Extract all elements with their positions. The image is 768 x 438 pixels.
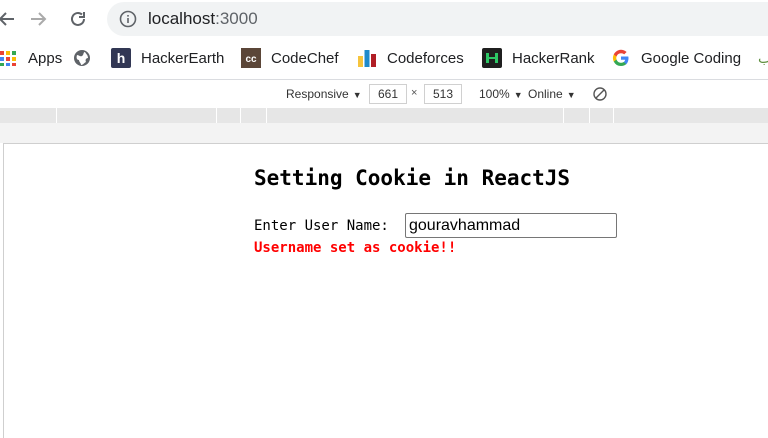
- ruler-tick: [240, 108, 241, 123]
- caret-down-icon: ▼: [513, 90, 523, 100]
- ruler-tick: [56, 108, 57, 123]
- url-host: localhost: [148, 9, 216, 28]
- bookmark-hackerrank[interactable]: HackerRank: [482, 48, 595, 68]
- bookmark-apps[interactable]: Apps: [0, 48, 62, 68]
- url-text: localhost:3000: [148, 9, 258, 29]
- codechef-icon: cc: [241, 48, 261, 68]
- username-input[interactable]: [405, 213, 617, 238]
- throttle-label: Online: [528, 87, 563, 101]
- device-label: Responsive: [286, 87, 349, 101]
- arrow-right-icon: [31, 12, 47, 26]
- viewport-gutter: [0, 123, 768, 143]
- svg-text:h: h: [117, 50, 126, 66]
- arrow-left-icon: [0, 12, 14, 26]
- ruler-tick: [216, 108, 217, 123]
- bookmark-codeforces[interactable]: Codeforces: [357, 48, 464, 68]
- viewport-width-input[interactable]: 661: [369, 84, 407, 104]
- google-icon: [611, 48, 631, 68]
- info-icon[interactable]: [119, 10, 137, 28]
- globe-icon: [72, 48, 92, 68]
- status-message: Username set as cookie!!: [254, 240, 457, 256]
- media-query-ruler: [0, 108, 768, 123]
- dimension-separator: ×: [411, 87, 418, 99]
- bookmark-label: Apps: [28, 49, 63, 67]
- caret-down-icon: ▼: [566, 90, 576, 100]
- bookmarks-bar: Apps h HackerEarth cc CodeChef Codeforce…: [0, 38, 768, 80]
- ruler-tick: [563, 108, 564, 123]
- bookmark-label: HackerEarth: [141, 49, 225, 67]
- username-label: Enter User Name:: [254, 218, 389, 234]
- zoom-label: 100%: [479, 87, 510, 101]
- bookmarks-overflow-icon[interactable]: ب: [758, 48, 768, 68]
- page-title: Setting Cookie in ReactJS: [254, 166, 571, 190]
- bookmark-label: Google Coding: [641, 49, 742, 67]
- hackerrank-icon: [482, 48, 502, 68]
- address-bar[interactable]: localhost:3000: [107, 2, 768, 36]
- codeforces-icon: [357, 48, 377, 68]
- back-button[interactable]: [0, 6, 20, 32]
- bookmark-label: CodeChef: [271, 49, 339, 67]
- svg-text:cc: cc: [245, 54, 257, 65]
- caret-down-icon: ▼: [352, 90, 362, 100]
- device-select[interactable]: Responsive ▼: [286, 87, 362, 102]
- bookmark-label: Codeforces: [387, 49, 464, 67]
- ruler-tick: [589, 108, 590, 123]
- rotate-icon[interactable]: [592, 86, 608, 102]
- viewport-height-input[interactable]: 513: [424, 84, 462, 104]
- page-viewport: Setting Cookie in ReactJS Enter User Nam…: [3, 143, 768, 438]
- url-port: :3000: [215, 9, 258, 28]
- bookmark-hackerearth[interactable]: h HackerEarth: [111, 48, 224, 68]
- bookmark-codechef[interactable]: cc CodeChef: [241, 48, 339, 68]
- forward-button[interactable]: [25, 6, 51, 32]
- ruler-tick: [266, 108, 267, 123]
- reload-button[interactable]: [65, 6, 91, 32]
- reload-icon: [71, 11, 85, 26]
- zoom-select[interactable]: 100% ▼: [479, 87, 523, 102]
- bookmark-google-coding[interactable]: Google Coding: [611, 48, 741, 68]
- hackerearth-icon: h: [111, 48, 131, 68]
- throttle-select[interactable]: Online ▼: [528, 87, 576, 102]
- browser-toolbar: localhost:3000: [0, 0, 768, 38]
- device-toolbar: Responsive ▼ 661 × 513 100% ▼ Online ▼: [0, 80, 768, 108]
- bookmark-label: HackerRank: [512, 49, 595, 67]
- ruler-tick: [613, 108, 614, 123]
- bookmark-globe[interactable]: [72, 48, 102, 68]
- apps-grid-icon: [0, 48, 18, 68]
